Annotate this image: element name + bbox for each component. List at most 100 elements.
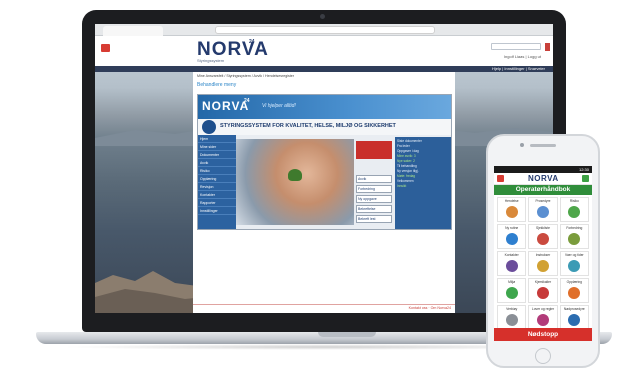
action-button[interactable]: Bekreft lest bbox=[356, 215, 392, 223]
phone-camera-icon bbox=[520, 143, 524, 147]
app-tile-icon bbox=[505, 314, 518, 326]
info-line: Innsikt bbox=[397, 184, 407, 188]
hands-plant-photo bbox=[236, 139, 354, 225]
app-tile[interactable]: Sjekkliste bbox=[528, 224, 558, 249]
tile-grid: Hendelse Prosedyre Risiko Ny rutine Sjekklis… bbox=[497, 197, 589, 330]
app-tile[interactable]: Ny rutine bbox=[497, 224, 527, 249]
wind-logo-icon bbox=[202, 120, 216, 134]
app-tile-icon bbox=[536, 206, 549, 218]
app-tile-icon bbox=[505, 287, 518, 299]
website: NORVA 24 Styringssystem Ingolf Liaas | L… bbox=[95, 36, 553, 313]
app-tile-icon bbox=[568, 314, 581, 326]
product-mockup: NORVA 24 Styringssystem Ingolf Liaas | L… bbox=[0, 0, 634, 371]
sidebar-item[interactable]: Avvik bbox=[198, 159, 236, 167]
action-button[interactable]: Forbedring bbox=[356, 185, 392, 193]
plant-image bbox=[288, 169, 302, 181]
browser-tab[interactable] bbox=[103, 26, 163, 36]
action-button[interactable]: Bekreftelse bbox=[356, 205, 392, 213]
sidebar-item[interactable]: Opplæring bbox=[198, 175, 236, 183]
app-tile-icon bbox=[568, 233, 581, 245]
app-tile[interactable]: Lover og regler bbox=[528, 305, 558, 330]
app-tile-label: Prosedyre bbox=[535, 199, 551, 203]
user-links[interactable]: Ingolf Liaas | Logg ut bbox=[504, 54, 541, 59]
app-tile[interactable]: Hendelse bbox=[497, 197, 527, 222]
embedded-dashboard: NORVA 24 Vi hjelper alltid! STYRINGSSYST… bbox=[197, 94, 452, 230]
camera-icon bbox=[320, 14, 325, 19]
search-input[interactable] bbox=[491, 43, 541, 50]
banner-text: STYRINGSSYSTEM FOR KVALITET, HELSE, MILJ… bbox=[220, 123, 396, 129]
sidebar-item[interactable]: Revisjon bbox=[198, 183, 236, 191]
app-tile-label: Opplæring bbox=[566, 280, 583, 284]
menu-icon[interactable] bbox=[545, 43, 550, 51]
app-tile-icon bbox=[568, 206, 581, 218]
phone-screen: 12:30 NORVA Operatørhåndbok Hendelse Pros… bbox=[494, 166, 592, 341]
action-buttons: Avvik Forbedring Ny oppgave Bekreftelse … bbox=[356, 175, 392, 225]
emergency-stop-button[interactable]: Nødstopp bbox=[494, 328, 592, 341]
content-panel: Mine Ansvarsfelt / Styringssystem / Avvi… bbox=[193, 72, 455, 313]
phone-page-title: Operatørhåndbok bbox=[494, 185, 592, 195]
app-tile[interactable]: Miljø bbox=[497, 278, 527, 303]
site-header: NORVA 24 Styringssystem Ingolf Liaas | L… bbox=[95, 36, 553, 66]
sidebar-item[interactable]: Mine sider bbox=[198, 143, 236, 151]
app-tile[interactable]: Opplæring bbox=[559, 278, 589, 303]
address-bar[interactable] bbox=[215, 26, 435, 34]
info-panel: Siste dokumenter Fra leder Oppgaver i da… bbox=[395, 137, 451, 229]
app-tile-label: Verktøy bbox=[506, 307, 518, 311]
app-tile-icon bbox=[505, 260, 518, 272]
app-tile-label: Instrukser bbox=[535, 253, 551, 257]
home-button[interactable] bbox=[535, 348, 551, 364]
sidebar-item[interactable]: Kontakter bbox=[198, 191, 236, 199]
app-tile-label: Forbedring bbox=[566, 226, 583, 230]
footer-text[interactable]: Kontakt oss · Om Norva24 bbox=[409, 306, 451, 310]
embed-logo-superscript: 24 bbox=[244, 98, 250, 104]
app-tile-label: Nødprosedyre bbox=[563, 307, 585, 311]
phone-header: NORVA bbox=[494, 173, 592, 185]
app-tile[interactable]: Prosedyre bbox=[528, 197, 558, 222]
embed-sidebar: Hjem Mine sider Dokumenter Avvik Risiko … bbox=[198, 135, 236, 229]
embed-banner: STYRINGSSYSTEM FOR KVALITET, HELSE, MILJ… bbox=[198, 119, 451, 135]
sidebar-item[interactable]: Dokumenter bbox=[198, 151, 236, 159]
site-logo-subtitle: Styringssystem bbox=[197, 58, 225, 63]
app-tile-icon bbox=[568, 287, 581, 299]
sidebar-item[interactable]: Innstillinger bbox=[198, 207, 236, 215]
app-tile-label: Ny rutine bbox=[505, 226, 519, 230]
home-icon[interactable] bbox=[497, 175, 504, 182]
app-tile-icon bbox=[536, 260, 549, 272]
app-tile-icon bbox=[568, 260, 581, 272]
breadcrumb[interactable]: Mine Ansvarsfelt / Styringssystem / Avvi… bbox=[197, 74, 294, 78]
embed-tagline: Vi hjelper alltid! bbox=[262, 103, 296, 109]
app-tile[interactable]: Verktøy bbox=[497, 305, 527, 330]
app-tile[interactable]: Vaer og tider bbox=[559, 251, 589, 276]
app-tile-label: Kontakter bbox=[504, 253, 519, 257]
app-tile-icon bbox=[505, 233, 518, 245]
sidebar-item[interactable]: Rapporter bbox=[198, 199, 236, 207]
browser-toolbar bbox=[95, 24, 553, 36]
app-tile[interactable]: Forbedring bbox=[559, 224, 589, 249]
app-tile[interactable]: Kontakter bbox=[497, 251, 527, 276]
app-tile-icon bbox=[536, 314, 549, 326]
nav-links[interactable]: Hjelp | Innstillinger | Snarveier bbox=[492, 66, 545, 72]
phone-earpiece bbox=[530, 144, 556, 147]
laptop-notch bbox=[318, 332, 376, 337]
site-footer: Kontakt oss · Om Norva24 bbox=[193, 304, 455, 313]
action-button[interactable]: Avvik bbox=[356, 175, 392, 183]
app-tile-icon bbox=[536, 287, 549, 299]
sidebar-item[interactable]: Hjem bbox=[198, 135, 236, 143]
home-icon[interactable] bbox=[101, 44, 110, 52]
sidebar-item[interactable]: Risiko bbox=[198, 167, 236, 175]
app-tile-label: Risiko bbox=[569, 199, 579, 203]
app-tile[interactable]: Nødprosedyre bbox=[559, 305, 589, 330]
action-button[interactable]: Ny oppgave bbox=[356, 195, 392, 203]
site-logo-superscript: 24 bbox=[249, 39, 255, 45]
embed-logo: NORVA bbox=[202, 99, 250, 113]
app-tile[interactable]: Kjemikalier bbox=[528, 278, 558, 303]
menu-icon[interactable] bbox=[582, 175, 589, 182]
laptop-screen: NORVA 24 Styringssystem Ingolf Liaas | L… bbox=[95, 24, 553, 313]
app-tile[interactable]: Instrukser bbox=[528, 251, 558, 276]
alert-tile[interactable] bbox=[356, 141, 392, 159]
status-time: 12:30 bbox=[578, 167, 589, 172]
app-tile-label: Hendelse bbox=[504, 199, 519, 203]
app-tile[interactable]: Risiko bbox=[559, 197, 589, 222]
phone-logo: NORVA bbox=[528, 174, 559, 183]
app-tile-icon bbox=[505, 206, 518, 218]
